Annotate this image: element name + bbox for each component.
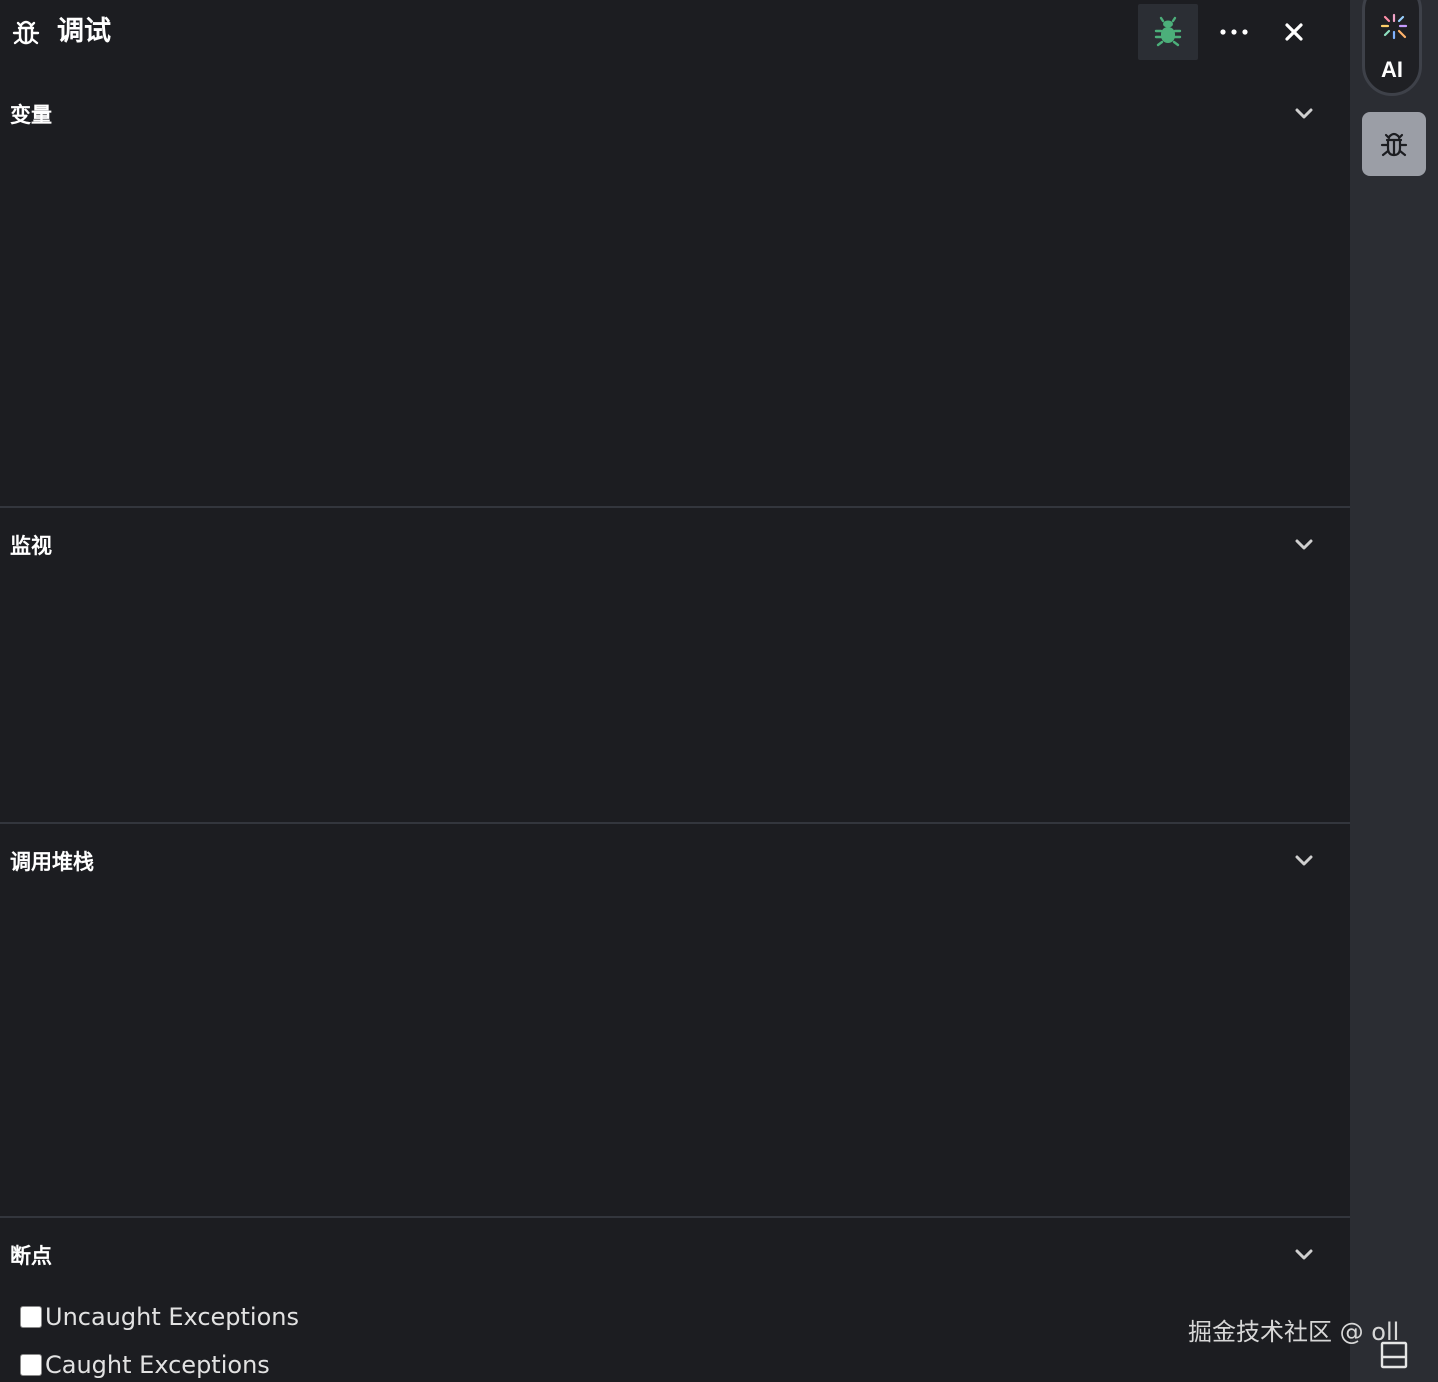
section-title-breakpoints[interactable]: 断点: [10, 1242, 52, 1270]
section-divider[interactable]: [0, 1216, 1350, 1218]
chevron-down-icon: [1295, 1249, 1313, 1260]
watch-collapse-toggle[interactable]: [1290, 531, 1318, 559]
debug-header: 调试: [0, 0, 1350, 66]
uncaught-exceptions-option[interactable]: Uncaught Exceptions: [20, 1301, 299, 1333]
bug-outline-icon: [12, 20, 40, 45]
bug-outline-icon: [1380, 132, 1408, 157]
breakpoints-collapse-toggle[interactable]: [1290, 1241, 1318, 1269]
section-divider[interactable]: [0, 822, 1350, 824]
activity-sidebar: AI: [1350, 0, 1438, 1382]
ai-assistant-button[interactable]: AI: [1362, 0, 1422, 96]
more-horizontal-icon: [1220, 29, 1248, 35]
caught-exceptions-checkbox[interactable]: [20, 1354, 42, 1376]
section-divider[interactable]: [0, 506, 1350, 508]
variables-section-body: [0, 130, 1350, 505]
uncaught-exceptions-checkbox[interactable]: [20, 1306, 42, 1328]
close-icon: [1285, 23, 1303, 41]
app-window: 调试 变量 监视 调用堆栈 断点 Uncaught Exceptions Cau…: [0, 0, 1438, 1382]
call-stack-collapse-toggle[interactable]: [1290, 847, 1318, 875]
variables-collapse-toggle[interactable]: [1290, 100, 1318, 128]
chevron-down-icon: [1295, 108, 1313, 119]
close-panel-button[interactable]: [1264, 4, 1324, 60]
sidebar-debug-button[interactable]: [1362, 112, 1426, 176]
ai-label: AI: [1381, 57, 1403, 82]
caught-exceptions-option[interactable]: Caught Exceptions: [20, 1349, 270, 1381]
more-options-button[interactable]: [1204, 4, 1264, 60]
caught-exceptions-label: Caught Exceptions: [45, 1351, 270, 1379]
magic-wand-sparkle-icon: [1380, 13, 1408, 40]
chevron-down-icon: [1295, 539, 1313, 550]
debug-panel: 调试 变量 监视 调用堆栈 断点 Uncaught Exceptions Cau…: [0, 0, 1350, 1382]
debug-toggle-button[interactable]: [1138, 4, 1198, 60]
section-title-variables[interactable]: 变量: [10, 101, 52, 129]
watch-section-body: [0, 562, 1350, 820]
section-title-watch[interactable]: 监视: [10, 532, 52, 560]
bug-filled-icon: [1154, 16, 1182, 47]
section-title-call-stack[interactable]: 调用堆栈: [10, 848, 94, 876]
chevron-down-icon: [1295, 855, 1313, 866]
watermark: 掘金技术社区 @ oll: [1188, 1318, 1400, 1346]
panel-title: 调试: [57, 16, 111, 47]
call-stack-section-body: [0, 878, 1350, 1214]
uncaught-exceptions-label: Uncaught Exceptions: [45, 1303, 299, 1331]
